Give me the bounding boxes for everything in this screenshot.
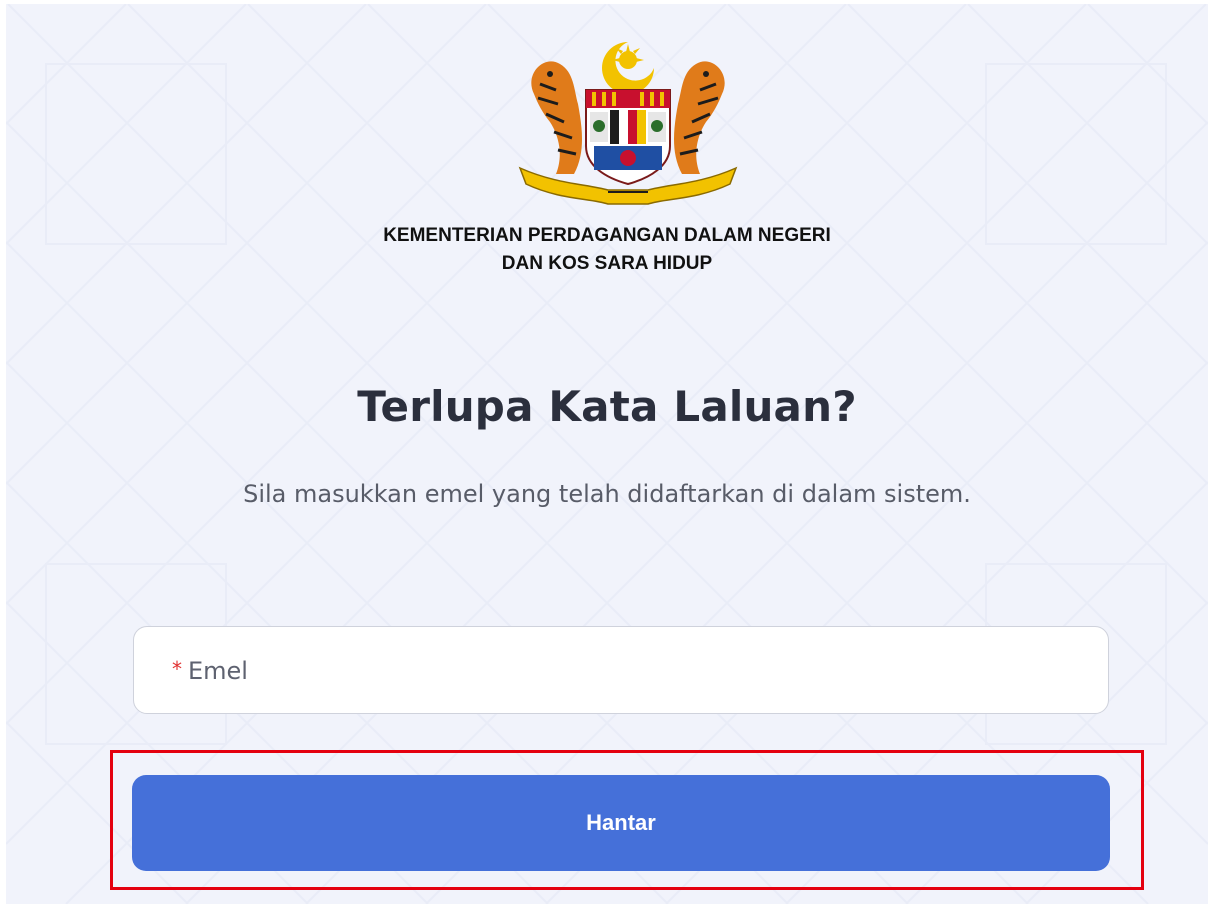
- page-title: Terlupa Kata Laluan?: [357, 382, 857, 431]
- forgot-password-page: KEMENTERIAN PERDAGANGAN DALAM NEGERI DAN…: [6, 4, 1208, 904]
- ministry-name-line1: KEMENTERIAN PERDAGANGAN DALAM NEGERI: [383, 225, 831, 246]
- page-subtitle: Sila masukkan emel yang telah didaftarka…: [243, 480, 971, 508]
- email-field[interactable]: * Emel: [133, 626, 1109, 714]
- email-input[interactable]: [134, 627, 1108, 713]
- ministry-name-line2: DAN KOS SARA HIDUP: [501, 253, 713, 274]
- submit-button[interactable]: Hantar: [132, 775, 1110, 871]
- malaysia-coat-of-arms-icon: [518, 42, 738, 205]
